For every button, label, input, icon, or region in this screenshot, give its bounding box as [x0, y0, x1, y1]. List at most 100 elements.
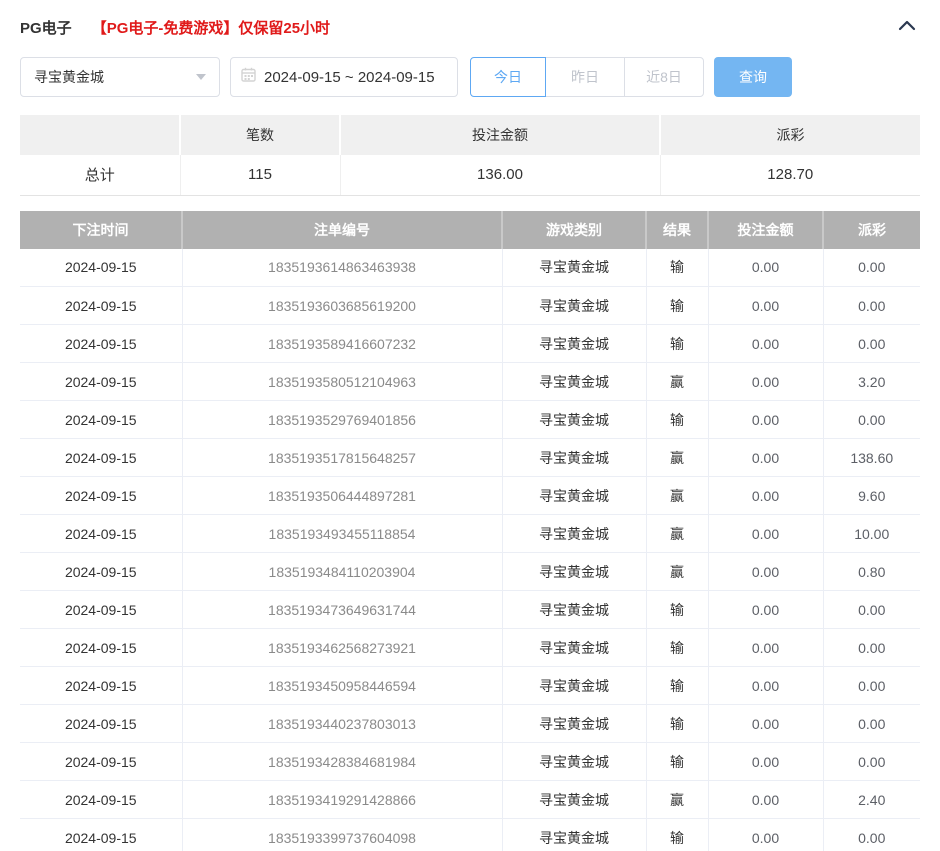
table-row: 2024-09-15 1835193517815648257 寻宝黄金城 赢 0… — [20, 439, 920, 477]
cell-bet-amount: 0.00 — [708, 401, 823, 439]
last-8-days-button[interactable]: 近8日 — [624, 57, 704, 97]
cell-game-type: 寻宝黄金城 — [502, 401, 646, 439]
cell-result: 输 — [646, 667, 708, 705]
cell-bet-time: 2024-09-15 — [20, 743, 182, 781]
table-row: 2024-09-15 1835193440237803013 寻宝黄金城 输 0… — [20, 705, 920, 743]
cell-result: 赢 — [646, 439, 708, 477]
cell-bet-amount: 0.00 — [708, 363, 823, 401]
search-button[interactable]: 查询 — [714, 57, 792, 97]
cell-payout: 0.00 — [823, 629, 920, 667]
cell-bet-id: 1835193462568273921 — [182, 629, 502, 667]
cell-result: 输 — [646, 629, 708, 667]
cell-result: 赢 — [646, 553, 708, 591]
cell-payout: 3.20 — [823, 363, 920, 401]
summary-col-payout: 派彩 — [660, 115, 920, 155]
table-row: 2024-09-15 1835193589416607232 寻宝黄金城 输 0… — [20, 325, 920, 363]
summary-col-bet-amount: 投注金额 — [340, 115, 660, 155]
cell-payout: 138.60 — [823, 439, 920, 477]
table-row: 2024-09-15 1835193428384681984 寻宝黄金城 输 0… — [20, 743, 920, 781]
cell-payout: 0.00 — [823, 249, 920, 287]
yesterday-button[interactable]: 昨日 — [545, 57, 625, 97]
cell-result: 输 — [646, 325, 708, 363]
panel-header: PG电子 【PG电子-免费游戏】仅保留25小时 — [20, 0, 920, 38]
table-row: 2024-09-15 1835193462568273921 寻宝黄金城 输 0… — [20, 629, 920, 667]
today-button[interactable]: 今日 — [470, 57, 546, 97]
cell-bet-time: 2024-09-15 — [20, 363, 182, 401]
cell-game-type: 寻宝黄金城 — [502, 477, 646, 515]
cell-bet-id: 1835193473649631744 — [182, 591, 502, 629]
cell-result: 输 — [646, 705, 708, 743]
cell-bet-amount: 0.00 — [708, 287, 823, 325]
cell-result: 输 — [646, 287, 708, 325]
col-bet-id: 注单编号 — [182, 211, 502, 249]
cell-bet-id: 1835193484110203904 — [182, 553, 502, 591]
cell-bet-id: 1835193493455118854 — [182, 515, 502, 553]
table-row: 2024-09-15 1835193493455118854 寻宝黄金城 赢 0… — [20, 515, 920, 553]
chevron-down-icon — [196, 74, 206, 80]
cell-payout: 0.00 — [823, 287, 920, 325]
cell-game-type: 寻宝黄金城 — [502, 781, 646, 819]
summary-total-label: 总计 — [20, 155, 180, 195]
cell-game-type: 寻宝黄金城 — [502, 819, 646, 851]
summary-total-row: 总计 115 136.00 128.70 — [20, 155, 920, 195]
cell-result: 赢 — [646, 781, 708, 819]
cell-result: 输 — [646, 249, 708, 287]
summary-col-count: 笔数 — [180, 115, 340, 155]
calendar-icon — [241, 67, 256, 87]
cell-bet-amount: 0.00 — [708, 781, 823, 819]
cell-bet-amount: 0.00 — [708, 743, 823, 781]
cell-game-type: 寻宝黄金城 — [502, 287, 646, 325]
cell-bet-id: 1835193529769401856 — [182, 401, 502, 439]
table-row: 2024-09-15 1835193399737604098 寻宝黄金城 输 0… — [20, 819, 920, 851]
summary-total-count: 115 — [180, 155, 340, 195]
cell-bet-id: 1835193614863463938 — [182, 249, 502, 287]
cell-bet-amount: 0.00 — [708, 819, 823, 851]
table-row: 2024-09-15 1835193506444897281 寻宝黄金城 赢 0… — [20, 477, 920, 515]
cell-result: 赢 — [646, 515, 708, 553]
col-result: 结果 — [646, 211, 708, 249]
cell-bet-time: 2024-09-15 — [20, 553, 182, 591]
page-title: PG电子 — [20, 17, 72, 38]
cell-bet-amount: 0.00 — [708, 325, 823, 363]
cell-result: 输 — [646, 819, 708, 851]
cell-bet-time: 2024-09-15 — [20, 401, 182, 439]
table-row: 2024-09-15 1835193484110203904 寻宝黄金城 赢 0… — [20, 553, 920, 591]
summary-total-bet-amount: 136.00 — [340, 155, 660, 195]
cell-bet-id: 1835193399737604098 — [182, 819, 502, 851]
cell-bet-time: 2024-09-15 — [20, 477, 182, 515]
date-range-value: 2024-09-15 ~ 2024-09-15 — [264, 69, 435, 86]
table-row: 2024-09-15 1835193529769401856 寻宝黄金城 输 0… — [20, 401, 920, 439]
cell-bet-amount: 0.00 — [708, 705, 823, 743]
cell-payout: 0.00 — [823, 705, 920, 743]
cell-game-type: 寻宝黄金城 — [502, 363, 646, 401]
table-row: 2024-09-15 1835193580512104963 寻宝黄金城 赢 0… — [20, 363, 920, 401]
cell-game-type: 寻宝黄金城 — [502, 515, 646, 553]
cell-bet-time: 2024-09-15 — [20, 325, 182, 363]
cell-game-type: 寻宝黄金城 — [502, 439, 646, 477]
cell-payout: 0.00 — [823, 401, 920, 439]
cell-bet-id: 1835193580512104963 — [182, 363, 502, 401]
cell-result: 输 — [646, 401, 708, 439]
cell-bet-time: 2024-09-15 — [20, 667, 182, 705]
cell-bet-amount: 0.00 — [708, 591, 823, 629]
table-row: 2024-09-15 1835193473649631744 寻宝黄金城 输 0… — [20, 591, 920, 629]
cell-result: 输 — [646, 591, 708, 629]
cell-bet-amount: 0.00 — [708, 553, 823, 591]
col-game-type: 游戏类别 — [502, 211, 646, 249]
cell-bet-amount: 0.00 — [708, 249, 823, 287]
cell-bet-amount: 0.00 — [708, 515, 823, 553]
game-select-value: 寻宝黄金城 — [34, 67, 196, 87]
cell-bet-time: 2024-09-15 — [20, 819, 182, 851]
table-row: 2024-09-15 1835193450958446594 寻宝黄金城 输 0… — [20, 667, 920, 705]
cell-game-type: 寻宝黄金城 — [502, 667, 646, 705]
cell-bet-id: 1835193506444897281 — [182, 477, 502, 515]
bets-table: 下注时间 注单编号 游戏类别 结果 投注金额 派彩 2024-09-15 183… — [20, 211, 920, 851]
cell-bet-id: 1835193440237803013 — [182, 705, 502, 743]
cell-payout: 2.40 — [823, 781, 920, 819]
collapse-button[interactable] — [894, 14, 920, 40]
date-range-input[interactable]: 2024-09-15 ~ 2024-09-15 — [230, 57, 458, 97]
game-select[interactable]: 寻宝黄金城 — [20, 57, 220, 97]
cell-bet-time: 2024-09-15 — [20, 781, 182, 819]
bets-table-body: 2024-09-15 1835193614863463938 寻宝黄金城 输 0… — [20, 249, 920, 851]
summary-header-row: 笔数 投注金额 派彩 — [20, 115, 920, 155]
